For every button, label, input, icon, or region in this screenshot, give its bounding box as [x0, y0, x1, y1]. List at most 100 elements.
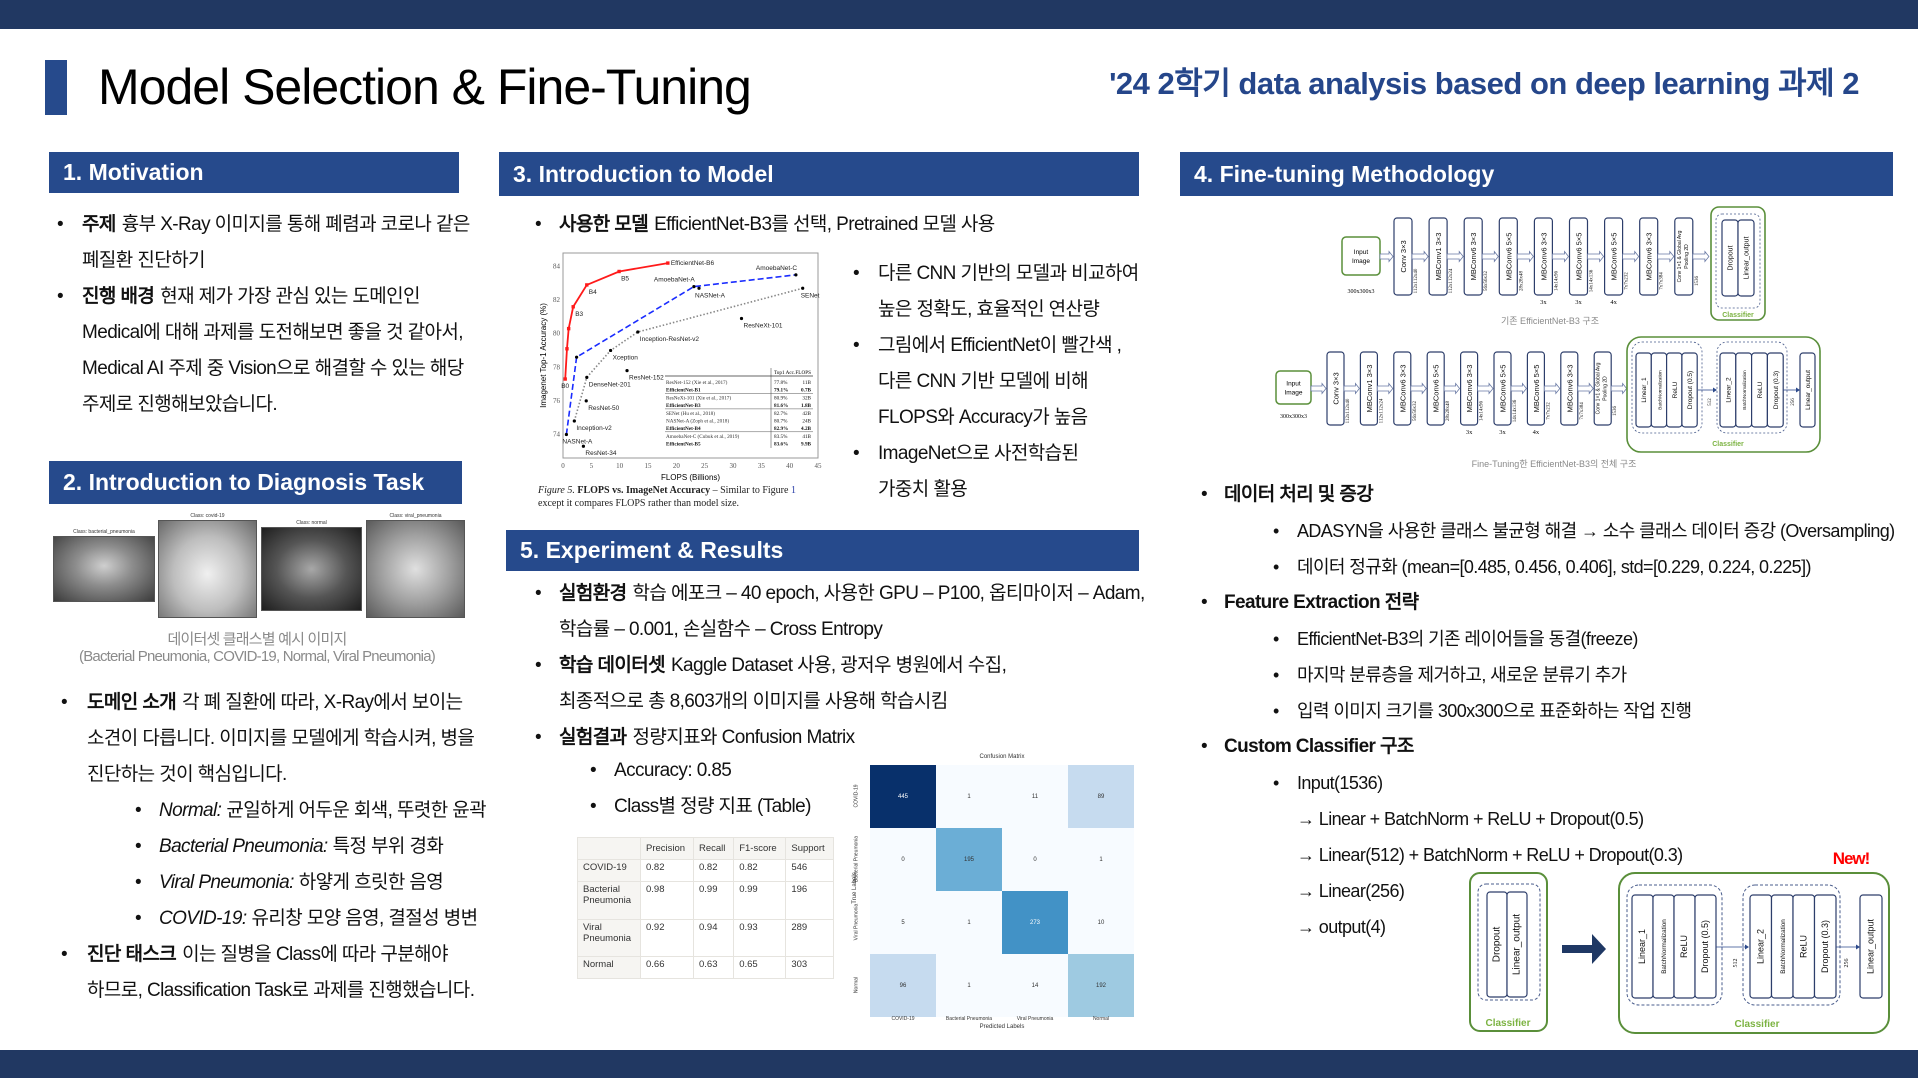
tensor-dim-label: 512 — [1708, 398, 1713, 406]
layer-label: MBConv6 5×5 — [1532, 365, 1541, 413]
confusion-cell: 89 — [1068, 765, 1134, 828]
list-item-text: 그림에서 EfficientNet이 빨간색 , — [878, 335, 1122, 356]
list-item-bold: 실험환경 — [559, 583, 627, 604]
table-cell — [577, 836, 641, 861]
arrow-icon — [1544, 382, 1561, 395]
repeat-count-label: 3x — [1466, 429, 1473, 436]
repeat-count-label: 3x — [1575, 299, 1582, 306]
classifier-label: Classifier — [1722, 312, 1754, 319]
data-point — [571, 305, 575, 309]
figure-caption-text: – Similar to Figure — [710, 485, 791, 496]
bullet-icon: • — [853, 263, 860, 284]
classifier-layer-label: BatchNormalization — [1657, 370, 1662, 410]
input-image-box — [1341, 236, 1381, 276]
bullet-icon: • — [135, 872, 142, 893]
x-axis-label: FLOPS (Billions) — [661, 473, 720, 482]
list-item-bold: 실험결과 — [559, 727, 627, 748]
data-point-label: DenseNet-201 — [589, 381, 631, 388]
layer-label: MBConv6 3×3 — [1539, 233, 1548, 281]
table-header-row: Precision Recall F1-score Support — [577, 836, 834, 861]
inset-table-cell: NASNet-A (Zoph et al., 2018) — [666, 418, 729, 425]
classifier-layer-label: Linear_output — [1866, 918, 1876, 974]
list-item-italic: Bacterial Pneumonia: — [159, 836, 328, 857]
table-row: Bacterial Pneumonia 0.98 0.99 0.99 196 — [577, 881, 834, 920]
classifier-layer-label: ReLU — [1679, 935, 1689, 958]
list-item-text: 이는 질병을 Class에 따라 구분해야 — [182, 944, 448, 965]
list-item-text: 유리창 모양 음영, 결절성 병변 — [251, 908, 479, 929]
data-point-label: SENet — [801, 292, 820, 299]
table-cell: Viral Pneumonia — [577, 918, 641, 957]
list-item: • 다른 CNN 기반의 모델과 비교하여 — [845, 256, 1139, 292]
bullet-icon: • — [535, 583, 542, 604]
inset-table-cell: 9.9B — [801, 441, 811, 447]
confusion-cell: 1 — [936, 765, 1002, 828]
inset-table-cell: AmoebaNet-C (Cubuk et al., 2019) — [666, 433, 739, 440]
list-item-text: 가중치 활용 — [878, 479, 968, 500]
data-point-label: AmoebaNet-A — [654, 277, 695, 284]
bullet-icon: • — [61, 692, 68, 713]
arrow-icon — [1587, 250, 1605, 263]
bullet-icon: • — [135, 800, 142, 821]
section-header-experiment: 5. Experiment & Results — [506, 530, 1139, 571]
confusion-cell: 1 — [1068, 828, 1134, 891]
table-cell: 0.65 — [733, 955, 787, 980]
confusion-cell: 5 — [870, 891, 936, 954]
data-point — [739, 316, 744, 321]
tensor-dim-label: 7x7x384 — [1660, 272, 1665, 290]
list-item: 하므로, Classification Task로 과제를 진행했습니다. — [49, 973, 486, 1009]
data-point-label: ResNeXt-101 — [744, 323, 783, 330]
list-item: 진단하는 것이 핵심입니다. — [49, 757, 486, 793]
data-point — [617, 269, 621, 274]
arrow-icon — [1377, 382, 1394, 395]
list-item: 주제로 진행해보았습니다. — [49, 387, 470, 423]
list-item-italic: COVID-19: — [159, 908, 247, 929]
layer-label: MBConv6 5×5 — [1610, 233, 1619, 281]
list-item: Medical에 대해 과제를 도전해보면 좋을 것 같아서, — [49, 315, 470, 351]
layer-label: MBConv6 5×5 — [1504, 233, 1513, 281]
layer-label: Pooling 2D — [1603, 376, 1609, 401]
classifier-comparison-diagram: Dropout Linear_output Classifier Linear_1 Ba… — [1469, 850, 1890, 1034]
list-item-text: 입력 이미지 크기를 300x300으로 표준화하는 작업 진행 — [1297, 701, 1692, 721]
list-item-text: 하얗게 흐릿한 음영 — [298, 872, 444, 893]
data-point-label: NASNet-A — [562, 438, 593, 445]
bullet-icon: • — [1273, 521, 1279, 541]
classifier-layer-label: Dropout (0.5) — [1700, 920, 1710, 973]
bullet-icon: • — [1273, 629, 1279, 649]
arrow-icon — [1622, 250, 1640, 263]
data-point — [572, 419, 576, 423]
tensor-dim-label: 256 — [1844, 959, 1850, 968]
list-item: • Feature Extraction 전략 — [1180, 585, 1895, 621]
table-cell: Support — [785, 836, 834, 861]
inset-table-cell: 82.9% — [774, 426, 788, 432]
tensor-dim-label: 112x112x40 — [1346, 398, 1351, 423]
inset-table-cell: EfficientNet-B5 — [666, 441, 701, 447]
data-point-label: AmoebaNet-C — [756, 265, 797, 272]
repeat-count-label: 3x — [1499, 429, 1506, 436]
list-item-text: 마지막 분류층을 제거하고, 새로운 분류기 추가 — [1297, 665, 1627, 685]
list-item-text: 균일하게 어두운 회색, 뚜렷한 윤곽 — [226, 800, 487, 821]
arrow-icon — [1410, 382, 1427, 395]
bullet-icon: • — [1201, 736, 1208, 757]
data-point-label: Xception — [613, 354, 639, 361]
list-item: • Class별 정량 지표 (Table) — [506, 789, 811, 825]
xray-title: Class: bacterial_pneumonia — [73, 529, 135, 535]
list-item-text: 폐질환 진단하기 — [82, 250, 205, 271]
data-point-label: B0 — [561, 383, 569, 390]
x-tick-label: 40 — [786, 462, 794, 470]
data-point — [565, 347, 569, 351]
list-item: • 마지막 분류층을 제거하고, 새로운 분류기 추가 — [1180, 657, 1895, 693]
table-cell: Bacterial Pneumonia — [577, 881, 641, 920]
classifier-layer-label: ReLU — [1672, 381, 1679, 398]
table-row: Normal 0.66 0.63 0.65 303 — [577, 955, 834, 980]
layer-label: MBConv6 3×3 — [1465, 365, 1474, 413]
list-item-text: → Linear + BatchNorm + ReLU + Dropout(0.… — [1297, 809, 1644, 829]
list-item-text: 다른 CNN 기반의 모델과 비교하여 — [878, 263, 1139, 284]
tensor-dim-label: 14x14x136 — [1590, 269, 1595, 292]
layer-label: Conv 1×1 & Global Avg — [1596, 362, 1602, 414]
confusion-cell: 1 — [936, 891, 1002, 954]
list-item-bold: 데이터 처리 및 증강 — [1224, 484, 1374, 505]
list-item: • 학습 데이터셋 Kaggle Dataset 사용, 광저우 병원에서 수집, — [506, 648, 1145, 684]
x-tick-label: 0 — [561, 462, 565, 470]
list-item-bold: Feature Extraction 전략 — [1224, 592, 1419, 613]
classifier-layer-label: Linear_output — [1805, 370, 1812, 410]
